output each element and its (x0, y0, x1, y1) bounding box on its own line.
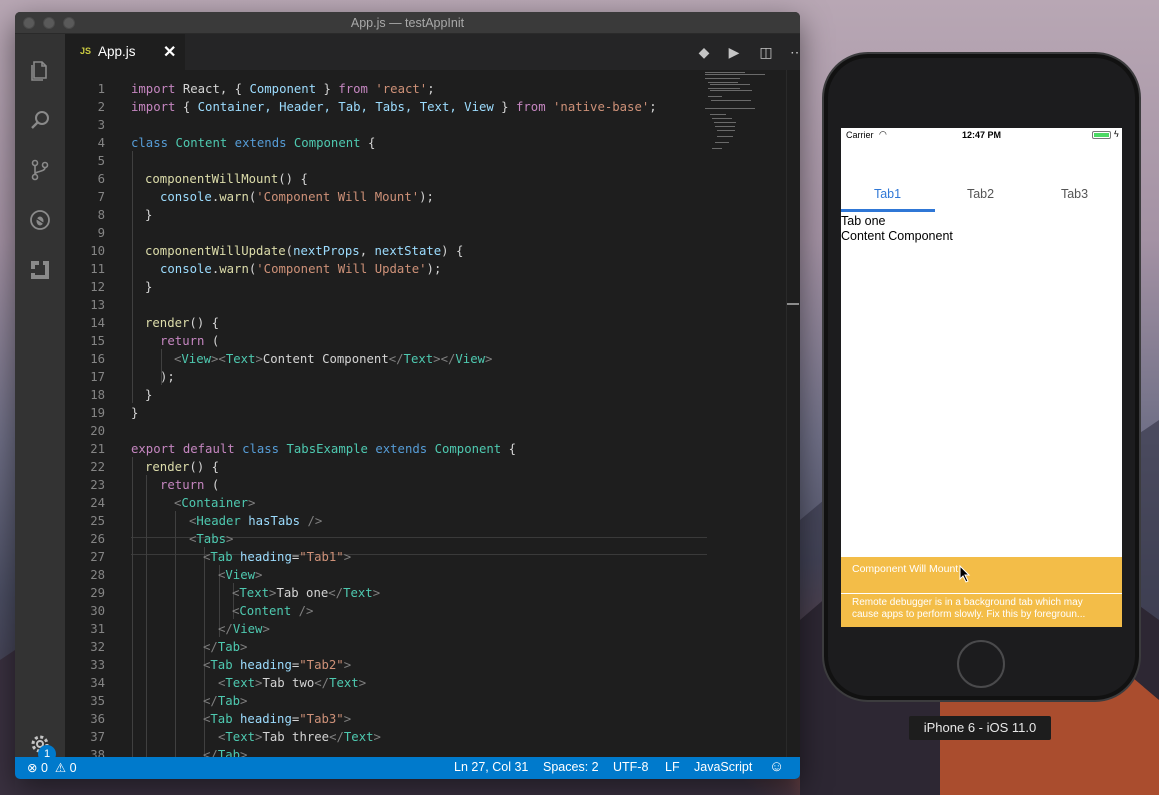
content-component-text: Content Component (841, 229, 953, 243)
status-bar: ⊗ 0 ⚠ 0 Ln 27, Col 31 Spaces: 2 UTF-8 LF… (15, 757, 800, 779)
warning-message: Component Will Mount (852, 563, 959, 575)
code-line-24: <Container> (174, 496, 256, 510)
code-line-30: <Content /> (232, 604, 314, 618)
title-bar: App.js — testAppInit (15, 12, 800, 34)
run-icon[interactable]: ▶ (725, 44, 743, 60)
code-line-22: render() { (145, 460, 220, 474)
line-number: 3 (65, 116, 705, 134)
debug-icon[interactable] (28, 208, 52, 232)
code-line-15: return ( (160, 334, 220, 348)
code-line-35: </Tab> (203, 694, 248, 708)
code-line-28: <View> (218, 568, 263, 582)
tab-tab1[interactable]: Tab1 (841, 180, 934, 212)
code-line-11: console.warn('Component Will Update'); (160, 262, 442, 276)
yellowbox-warning-debugger[interactable]: Remote debugger is in a background tab w… (841, 594, 1122, 627)
wifi-icon: ◠ (879, 129, 887, 139)
mouse-cursor-icon (959, 565, 971, 583)
warning-count: 0 (69, 761, 77, 775)
line-number: 5 (65, 152, 705, 170)
line-number-label: 5 (97, 154, 105, 168)
clock-time: 12:47 PM (962, 130, 1002, 140)
window-title: App.js — testAppInit (350, 16, 465, 30)
battery-icon (1092, 131, 1111, 139)
code-line-14: render() { (145, 316, 220, 330)
code-line-16: <View><Text>Content Component</Text></Vi… (174, 352, 493, 366)
code-line-29: <Text>Tab one</Text> (232, 586, 381, 600)
extensions-icon[interactable] (28, 258, 52, 282)
code-line-26: <Tabs> (189, 532, 234, 546)
warning-message: Remote debugger is in a background tab w… (852, 597, 1086, 620)
tab-content-text: Tab one (841, 214, 886, 228)
code-line-38: </Tab> (203, 748, 248, 757)
simulator-screen[interactable]: Carrier ◠ 12:47 PM ϟ Tab1 Tab2 Tab3 Tab … (841, 128, 1122, 627)
tab-tab3[interactable]: Tab3 (1028, 180, 1121, 212)
explorer-icon[interactable] (28, 58, 52, 82)
code-line-33: <Tab heading="Tab2"> (203, 658, 352, 672)
indentation-setting[interactable]: Spaces: 2 (543, 760, 599, 774)
line-number-label: 3 (97, 118, 105, 132)
vscode-window: App.js — testAppInit 1 JS App.js ✕ ◆ ▶ ◫ (15, 12, 800, 779)
line-number: 13 (65, 296, 705, 314)
line-number: 20 (65, 422, 705, 440)
tab-app-js[interactable]: JS App.js ✕ (65, 34, 185, 70)
code-line-6: componentWillMount() { (145, 172, 308, 186)
tab-label: App.js (98, 44, 136, 59)
tab-tab2[interactable]: Tab2 (934, 180, 1027, 212)
more-actions-icon[interactable]: ⋯ (788, 44, 800, 60)
code-line-27: <Tab heading="Tab1"> (203, 550, 352, 564)
git-compare-icon[interactable]: ◆ (695, 44, 713, 60)
code-line-1: import React, { Component } from 'react'… (131, 82, 435, 96)
code-line-2: import { Container, Header, Tab, Tabs, T… (131, 100, 657, 114)
device-label: iPhone 6 - iOS 11.0 (909, 716, 1051, 740)
close-tab-icon[interactable]: ✕ (163, 42, 176, 62)
encoding-setting[interactable]: UTF-8 (613, 760, 648, 774)
scroll-position-marker (787, 303, 799, 305)
minimap[interactable] (705, 70, 785, 170)
charging-icon: ϟ (1114, 129, 1119, 139)
source-control-icon[interactable] (28, 158, 52, 182)
code-line-10: componentWillUpdate(nextProps, nextState… (145, 244, 464, 258)
language-mode[interactable]: JavaScript (694, 760, 752, 774)
code-line-23: return ( (160, 478, 220, 492)
code-line-31: </View> (218, 622, 270, 636)
active-tab-indicator (841, 209, 935, 212)
tab-bar: Tab1 Tab2 Tab3 (841, 180, 1122, 212)
editor-tab-bar: JS App.js ✕ ◆ ▶ ◫ ⋯ (65, 34, 800, 70)
code-line-32: </Tab> (203, 640, 248, 654)
code-line-36: <Tab heading="Tab3"> (203, 712, 352, 726)
carrier-label: Carrier (846, 130, 874, 140)
home-button[interactable] (957, 640, 1005, 688)
code-line-19: } (131, 406, 139, 420)
editor-scrollbar[interactable] (786, 70, 800, 757)
code-line-37: <Text>Tab three</Text> (218, 730, 381, 744)
error-icon: ⊗ (27, 761, 38, 775)
code-line-25: <Header hasTabs /> (189, 514, 323, 528)
problems-indicator[interactable]: ⊗ 0 ⚠ 0 (27, 760, 77, 775)
warning-icon: ⚠ (51, 761, 67, 775)
code-line-34: <Text>Tab two</Text> (218, 676, 367, 690)
activity-bar: 1 (15, 34, 65, 763)
code-line-7: console.warn('Component Will Mount'); (160, 190, 434, 204)
code-line-4: class Content extends Component { (131, 136, 376, 150)
search-icon[interactable] (28, 108, 52, 132)
line-number-label: 13 (90, 298, 105, 312)
line-number: 9 (65, 224, 705, 242)
ios-status-bar: Carrier ◠ 12:47 PM ϟ (841, 128, 1122, 144)
yellowbox-warning-will-mount[interactable]: Component Will Mount (841, 557, 1122, 593)
line-number-label: 9 (97, 226, 105, 240)
cursor-position[interactable]: Ln 27, Col 31 (454, 760, 528, 774)
eol-setting[interactable]: LF (665, 760, 680, 774)
code-line-18: } (145, 388, 153, 402)
js-file-icon: JS (80, 46, 92, 56)
code-line-12: } (145, 280, 153, 294)
code-editor[interactable]: 1 2 3 4 5 6 7 8 9 10 11 12 13 14 15 16 17 18 19 20 21 22 23 24 2… (65, 70, 800, 757)
code-line-21: export default class TabsExample extends… (131, 442, 517, 456)
line-number-label: 20 (90, 424, 105, 438)
code-line-8: } (145, 208, 153, 222)
feedback-smiley-icon[interactable]: ☺ (769, 758, 784, 775)
code-line-17: ); (160, 370, 175, 384)
error-count: 0 (40, 761, 48, 775)
split-editor-icon[interactable]: ◫ (757, 44, 775, 60)
